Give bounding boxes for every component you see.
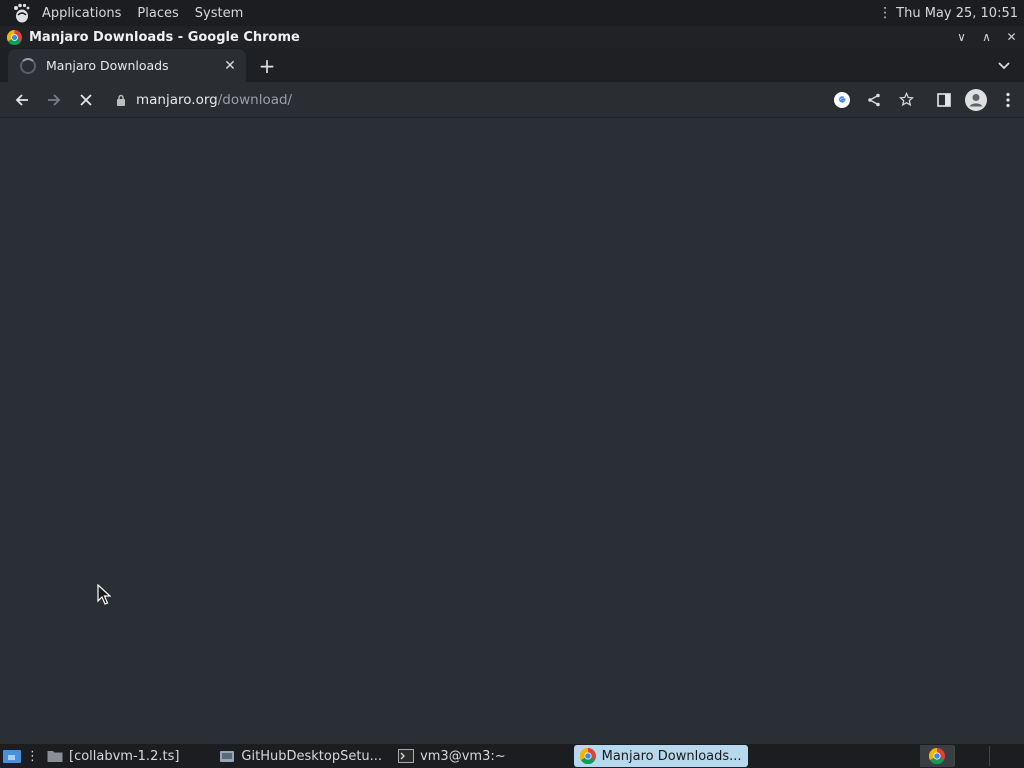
side-panel-icon[interactable] xyxy=(928,84,960,116)
menu-applications[interactable]: Applications xyxy=(34,6,129,21)
bookmark-star-icon[interactable] xyxy=(890,85,922,115)
taskbar-item-label: [collabvm-1.2.ts] xyxy=(69,748,180,764)
stop-loading-button[interactable] xyxy=(70,84,102,116)
menu-places[interactable]: Places xyxy=(129,6,186,21)
share-icon[interactable] xyxy=(858,85,890,115)
close-window-button[interactable]: ✕ xyxy=(999,30,1024,44)
chrome-menu-icon[interactable] xyxy=(992,84,1024,116)
back-button[interactable] xyxy=(6,84,38,116)
tab-manjaro-downloads[interactable]: Manjaro Downloads ✕ xyxy=(8,49,246,82)
page-content[interactable] xyxy=(0,119,1024,744)
installer-icon xyxy=(219,748,235,764)
tab-strip: Manjaro Downloads ✕ + xyxy=(0,48,1024,82)
taskbar-item-label: GitHubDesktopSetu... xyxy=(241,748,383,764)
chrome-icon xyxy=(579,748,596,764)
forward-button[interactable] xyxy=(38,84,70,116)
taskbar-item-label: vm3@vm3:~ xyxy=(420,748,506,764)
lock-icon[interactable] xyxy=(116,94,126,106)
menu-system[interactable]: System xyxy=(187,6,251,21)
window-title: Manjaro Downloads - Google Chrome xyxy=(29,29,300,45)
folder-icon xyxy=(47,749,63,763)
new-tab-button[interactable]: + xyxy=(250,49,284,82)
profile-avatar-icon[interactable] xyxy=(960,84,992,116)
tab-search-chevron-icon[interactable] xyxy=(984,49,1024,82)
gnome-foot-icon[interactable] xyxy=(8,0,34,26)
taskbar-item-terminal[interactable]: vm3@vm3:~ xyxy=(392,745,512,767)
workspace-1[interactable] xyxy=(920,745,954,767)
workspace-2[interactable] xyxy=(955,745,989,767)
url-host: manjaro.org xyxy=(136,91,218,108)
tab-title: Manjaro Downloads xyxy=(46,58,169,73)
mouse-cursor-icon xyxy=(97,583,112,610)
maximize-button[interactable]: ∧ xyxy=(974,30,999,44)
panel-handle-icon[interactable]: ⋮ xyxy=(878,5,892,21)
window-title-bar[interactable]: Manjaro Downloads - Google Chrome ∨ ∧ ✕ xyxy=(0,26,1024,48)
taskbar-handle-icon[interactable]: ⋮ xyxy=(24,745,41,767)
taskbar-item-chrome[interactable]: Manjaro Downloads... xyxy=(573,745,748,767)
clock[interactable]: Thu May 25, 10:51 xyxy=(896,6,1018,21)
taskbar: ⋮ [collabvm-1.2.ts] GitHubDesktopSetu...… xyxy=(0,744,1024,768)
loading-spinner-icon xyxy=(20,57,36,74)
chrome-icon xyxy=(7,29,22,45)
taskbar-item-githubdesktop[interactable]: GitHubDesktopSetu... xyxy=(213,745,388,767)
workspace-3[interactable] xyxy=(990,745,1024,767)
top-panel: Applications Places System ⋮ Thu May 25,… xyxy=(0,0,1024,26)
taskbar-item-label: Manjaro Downloads... xyxy=(601,748,742,764)
terminal-icon xyxy=(398,749,415,763)
address-bar[interactable]: manjaro.org /download/ xyxy=(110,84,922,115)
taskbar-item-collabvm[interactable]: [collabvm-1.2.ts] xyxy=(41,745,185,767)
google-translate-icon[interactable] xyxy=(826,85,858,115)
close-tab-icon[interactable]: ✕ xyxy=(218,58,242,74)
minimize-button[interactable]: ∨ xyxy=(949,30,974,44)
browser-toolbar: manjaro.org /download/ xyxy=(0,82,1024,118)
url-path: /download/ xyxy=(217,91,293,108)
show-desktop-icon[interactable] xyxy=(0,745,24,767)
